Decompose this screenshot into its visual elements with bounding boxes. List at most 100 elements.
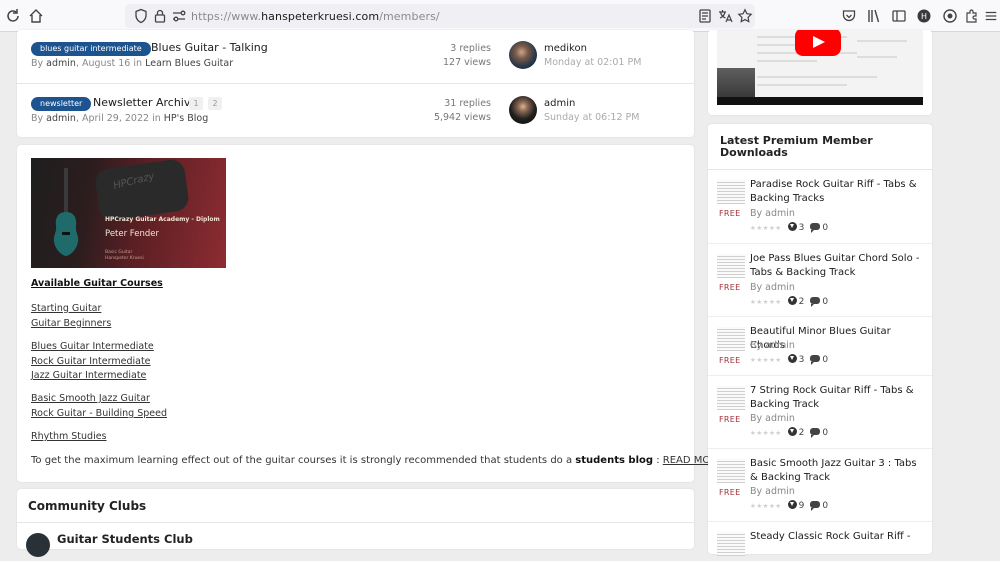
- topic-tag[interactable]: blues guitar intermediate: [31, 42, 151, 56]
- avatar[interactable]: [509, 96, 537, 124]
- library-icon[interactable]: [864, 6, 884, 26]
- download-stats: ★★★★★ 3 0: [750, 354, 829, 365]
- rating-stars[interactable]: ★★★★★: [750, 224, 782, 232]
- profile-icon[interactable]: H: [914, 6, 934, 26]
- topic-author[interactable]: admin: [46, 58, 76, 69]
- download-item[interactable]: FREE Basic Smooth Jazz Guitar 3 : Tabs &…: [708, 448, 932, 521]
- course-link[interactable]: Rock Guitar - Building Speed: [31, 408, 167, 419]
- download-stats: ★★★★★ 2 0: [750, 296, 829, 307]
- file-thumbnail[interactable]: [717, 532, 745, 556]
- topic-author[interactable]: admin: [46, 113, 76, 124]
- download-stats: ★★★★★ 2 0: [750, 427, 829, 438]
- download-item[interactable]: FREE Beautiful Minor Blues Guitar Chords…: [708, 316, 932, 375]
- course-link[interactable]: Rhythm Studies: [31, 431, 107, 442]
- avatar[interactable]: [509, 41, 537, 69]
- topic-meta: By admin, August 16 in Learn Blues Guita…: [31, 58, 234, 69]
- download-title[interactable]: Paradise Rock Guitar Riff - Tabs & Backi…: [750, 178, 926, 206]
- download-item[interactable]: FREE 7 String Rock Guitar Riff - Tabs & …: [708, 375, 932, 448]
- course-link[interactable]: Rock Guitar Intermediate: [31, 356, 151, 367]
- topic-forum[interactable]: Learn Blues Guitar: [145, 58, 233, 69]
- course-link[interactable]: Basic Smooth Jazz Guitar: [31, 393, 150, 404]
- download-count-icon: [787, 427, 797, 436]
- page-link[interactable]: 1: [189, 97, 203, 110]
- club-name[interactable]: Guitar Students Club: [57, 532, 193, 546]
- address-bar[interactable]: https://www.hanspeterkruesi.com/members/: [125, 4, 755, 28]
- shield-icon[interactable]: [131, 6, 151, 26]
- bookmark-star-icon[interactable]: [735, 6, 755, 26]
- topic-tag[interactable]: newsletter: [31, 97, 92, 111]
- topic-meta: By admin, April 29, 2022 in HP's Blog: [31, 113, 209, 124]
- last-poster[interactable]: admin: [544, 98, 575, 109]
- topic-row[interactable]: blues guitar intermediate Blues Guitar -…: [17, 30, 694, 83]
- reader-view-icon[interactable]: [695, 6, 715, 26]
- course-link[interactable]: Guitar Beginners: [31, 318, 111, 329]
- download-item[interactable]: FREE Joe Pass Blues Guitar Chord Solo - …: [708, 243, 932, 316]
- downloads-title: Latest Premium Member Downloads: [720, 134, 873, 159]
- rating-stars[interactable]: ★★★★★: [750, 298, 782, 306]
- topic-replies: 31 replies: [444, 98, 491, 109]
- last-poster[interactable]: medikon: [544, 43, 587, 54]
- download-count-icon: [787, 354, 797, 363]
- clubs-title: Community Clubs: [28, 499, 147, 513]
- club-avatar[interactable]: [26, 533, 50, 557]
- topic-title[interactable]: Newsletter Archiv: [93, 96, 190, 109]
- extensions-icon[interactable]: [962, 6, 982, 26]
- youtube-play-icon[interactable]: [795, 30, 841, 56]
- last-post-date[interactable]: Sunday at 06:12 PM: [544, 112, 639, 123]
- last-post-date[interactable]: Monday at 02:01 PM: [544, 57, 641, 68]
- comment-icon: [810, 427, 821, 438]
- video-controls-bar[interactable]: [717, 97, 923, 105]
- divider: [17, 522, 694, 523]
- rating-stars[interactable]: ★★★★★: [750, 429, 782, 437]
- rating-stars[interactable]: ★★★★★: [750, 502, 782, 510]
- permissions-icon[interactable]: [169, 6, 189, 26]
- topics-list: blues guitar intermediate Blues Guitar -…: [17, 30, 694, 137]
- banner-title: HPCrazy Guitar Academy - Diplom: [105, 216, 220, 223]
- download-item[interactable]: FREE Paradise Rock Guitar Riff - Tabs & …: [708, 170, 932, 243]
- translate-icon[interactable]: [715, 6, 735, 26]
- home-icon[interactable]: [26, 6, 46, 26]
- topic-views: 5,942 views: [433, 112, 491, 123]
- download-title[interactable]: Basic Smooth Jazz Guitar 3 : Tabs & Back…: [750, 457, 926, 485]
- download-stats: ★★★★★ 3 0: [750, 222, 829, 233]
- download-count-icon: [787, 222, 797, 231]
- pocket-icon[interactable]: [839, 6, 859, 26]
- course-link[interactable]: Starting Guitar: [31, 303, 101, 314]
- free-badge: FREE: [719, 209, 741, 218]
- courses-block: HPCrazy HPCrazy Guitar Academy - Diplom …: [17, 145, 724, 482]
- file-thumbnail[interactable]: [717, 254, 745, 278]
- sidebar-icon[interactable]: [889, 6, 909, 26]
- file-thumbnail[interactable]: [717, 459, 745, 483]
- patch-shape: [93, 158, 191, 223]
- file-thumbnail[interactable]: [717, 386, 745, 410]
- comment-icon: [810, 354, 821, 365]
- topic-row[interactable]: newsletter Newsletter Archiv 1 2 By admi…: [17, 83, 694, 136]
- free-badge: FREE: [719, 356, 741, 365]
- url-text[interactable]: https://www.hanspeterkruesi.com/members/: [191, 10, 440, 23]
- download-item[interactable]: Steady Classic Rock Guitar Riff -: [708, 521, 932, 561]
- reload-icon[interactable]: [3, 6, 23, 26]
- comment-icon: [810, 500, 821, 511]
- download-author: By admin: [750, 282, 795, 293]
- available-courses-heading[interactable]: Available Guitar Courses: [31, 278, 163, 289]
- video-thumbnail[interactable]: [717, 30, 923, 105]
- course-link[interactable]: Jazz Guitar Intermediate: [31, 370, 146, 381]
- download-title[interactable]: Steady Classic Rock Guitar Riff -: [750, 530, 926, 544]
- webcam-overlay: [717, 68, 755, 97]
- banner-small-text: Basic Guitar Hanspeter Kruesi: [105, 250, 144, 261]
- topic-forum[interactable]: HP's Blog: [164, 113, 208, 124]
- menu-icon[interactable]: [984, 6, 998, 26]
- page-link[interactable]: 2: [208, 97, 222, 110]
- file-thumbnail[interactable]: [717, 180, 745, 204]
- topic-title[interactable]: Blues Guitar - Talking: [151, 41, 268, 54]
- download-title[interactable]: 7 String Rock Guitar Riff - Tabs & Backi…: [750, 384, 926, 412]
- lock-icon[interactable]: [150, 6, 170, 26]
- file-thumbnail[interactable]: [717, 327, 745, 351]
- rating-stars[interactable]: ★★★★★: [750, 356, 782, 364]
- extension-icon[interactable]: [940, 6, 960, 26]
- download-author: By admin: [750, 208, 795, 219]
- download-author: By admin: [750, 340, 795, 351]
- download-title[interactable]: Joe Pass Blues Guitar Chord Solo - Tabs …: [750, 252, 926, 280]
- free-badge: FREE: [719, 283, 741, 292]
- course-link[interactable]: Blues Guitar Intermediate: [31, 341, 154, 352]
